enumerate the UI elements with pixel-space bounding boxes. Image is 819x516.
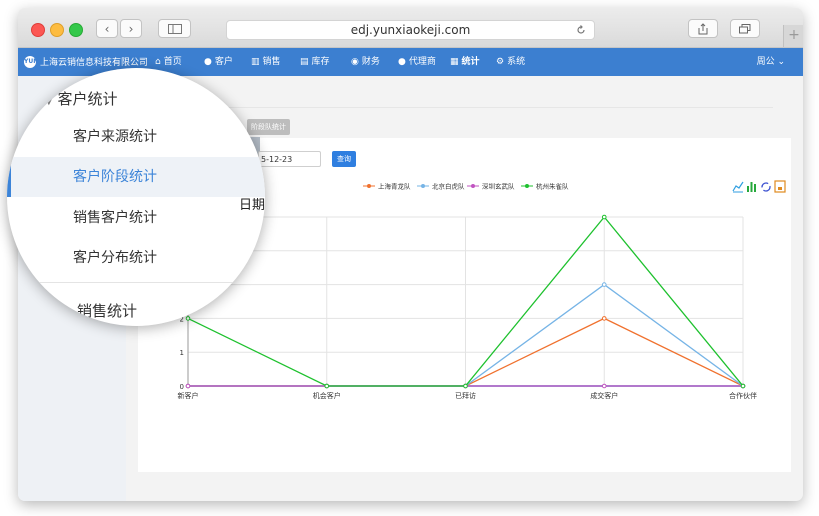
partial-date-label: 日期 xyxy=(239,198,265,213)
legend-swatch-marker xyxy=(367,184,371,188)
caret-down-icon: ▼ xyxy=(45,96,53,107)
legend-label: 上海青龙队 xyxy=(378,182,411,191)
legend-swatch-marker xyxy=(525,184,529,188)
legend-swatch-marker xyxy=(471,184,475,188)
y-tick-label: 0 xyxy=(180,383,184,391)
x-tick-label: 已拜访 xyxy=(455,391,476,400)
x-tick-label: 合作伙伴 xyxy=(729,391,757,400)
data-point xyxy=(601,383,607,389)
line-chart-icon[interactable] xyxy=(732,181,744,193)
menu-item-sales-customer-stats[interactable]: 销售客户统计 xyxy=(7,198,265,238)
bar-chart-icon[interactable] xyxy=(747,182,756,192)
menu-divider xyxy=(7,282,265,283)
x-tick-label: 新客户 xyxy=(178,391,199,400)
save-icon[interactable] xyxy=(774,180,786,193)
refresh-icon[interactable] xyxy=(761,182,771,192)
menu-group-label: 客户统计 xyxy=(57,90,118,108)
data-point xyxy=(324,383,330,389)
x-tick-label: 成交客户 xyxy=(590,391,618,400)
x-tick-label: 机会客户 xyxy=(313,391,341,400)
data-point xyxy=(185,383,191,389)
data-point xyxy=(740,383,746,389)
menu-item-label: 客户来源统计 xyxy=(73,129,157,145)
sidebar-magnifier: ▼ 客户统计 客户来源统计 客户阶段统计 销售客户统计 客户分布统计 销售统计 … xyxy=(7,68,265,326)
menu-item-distribution-stats[interactable]: 客户分布统计 xyxy=(7,238,265,278)
menu-item-source-stats[interactable]: 客户来源统计 xyxy=(7,117,265,157)
legend-label: 北京白虎队 xyxy=(432,182,465,191)
menu-group-customer-stats[interactable]: ▼ 客户统计 xyxy=(45,88,118,109)
menu-item-label: 客户阶段统计 xyxy=(73,169,157,185)
selected-indicator xyxy=(7,157,11,197)
data-point xyxy=(601,316,607,321)
data-point xyxy=(601,214,607,220)
menu-item-label: 销售客户统计 xyxy=(73,210,157,226)
data-point xyxy=(185,316,191,321)
y-tick-label: 1 xyxy=(180,349,184,357)
legend-label: 杭州朱雀队 xyxy=(536,182,569,191)
legend-swatch-marker xyxy=(421,184,425,188)
menu-item-stage-stats[interactable]: 客户阶段统计 xyxy=(7,157,265,197)
menu-item-label: 客户分布统计 xyxy=(73,250,157,266)
legend-label: 深圳玄武队 xyxy=(482,182,515,191)
data-point xyxy=(601,282,607,287)
menu-group-sales-stats[interactable]: 销售统计 xyxy=(77,300,137,321)
data-point xyxy=(463,383,468,389)
